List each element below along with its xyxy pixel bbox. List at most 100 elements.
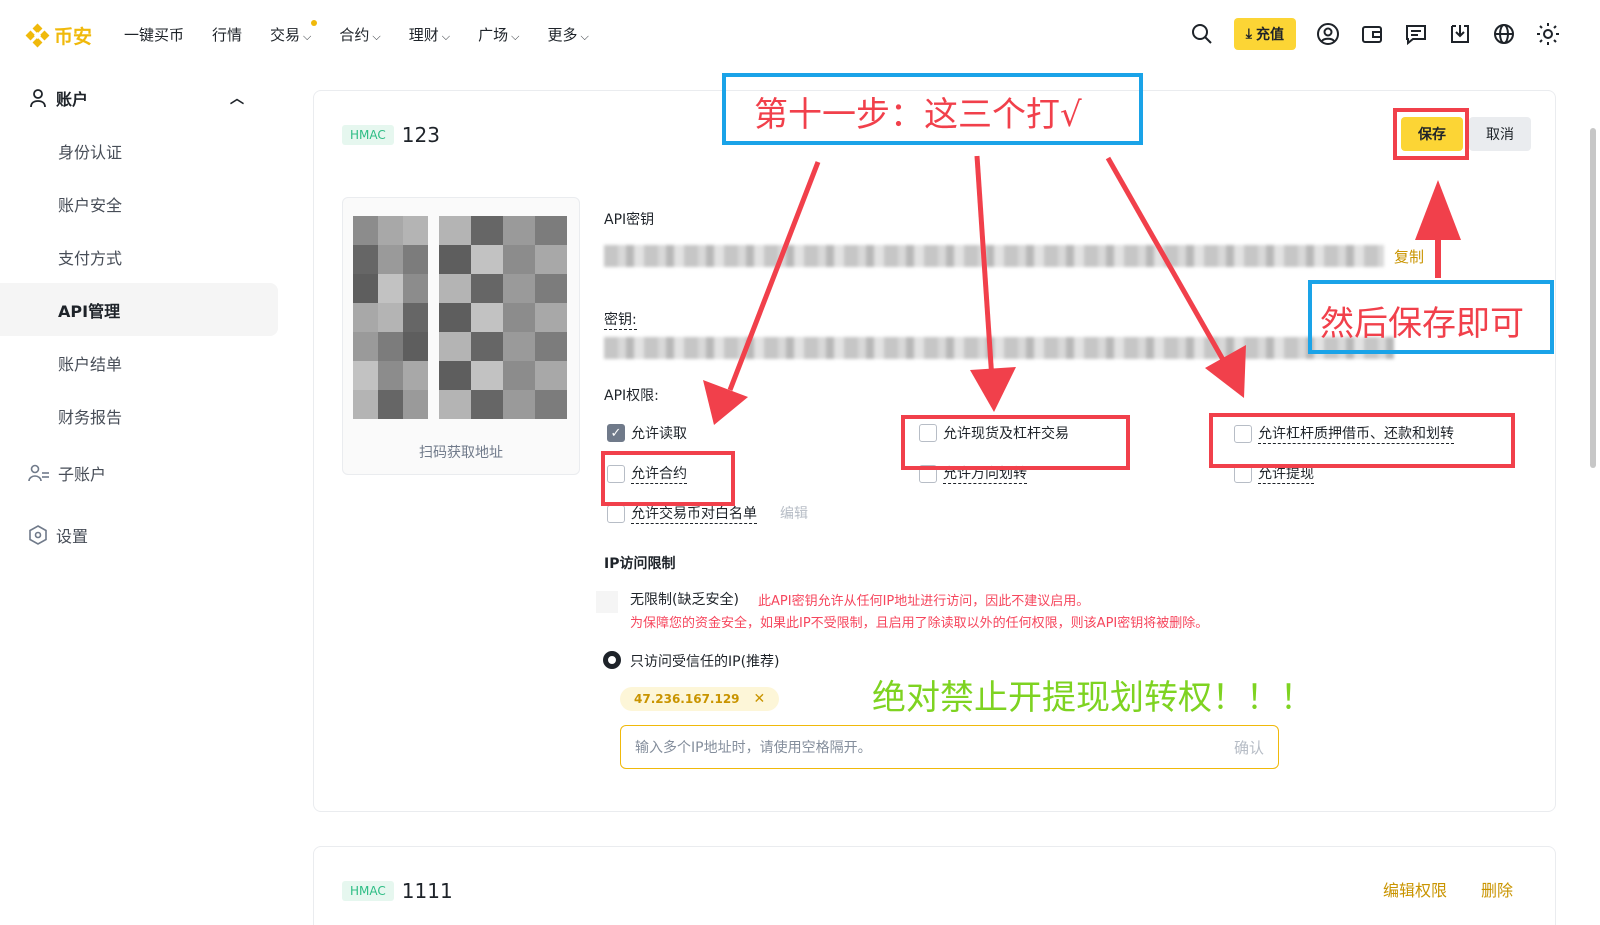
delete-button[interactable]: 删除 <box>1481 877 1513 901</box>
annotation-futures-box <box>601 451 735 506</box>
qr-pixel-block <box>439 245 471 274</box>
qr-pixel-block <box>378 303 403 332</box>
qr-pixel-block <box>471 390 503 419</box>
annotation-then-save-text: 然后保存即可 <box>1320 304 1524 344</box>
trusted-ip-label: 只访问受信任的IP(推荐) <box>630 654 780 670</box>
chevron-down-icon: ⌵ <box>303 30 312 43</box>
message-icon[interactable] <box>1404 22 1428 46</box>
qr-pixel-block <box>471 274 503 303</box>
api-key-title: HMAC 123 <box>342 123 440 147</box>
sidebar-item-statements[interactable]: 账户结单 <box>0 336 280 389</box>
qr-pixel-block <box>439 303 471 332</box>
secret-key-label: 密钥: <box>604 309 637 330</box>
sidebar-item-reports[interactable]: 财务报告 <box>0 389 280 442</box>
nav-menu: 一键买币 行情 交易 ⌵ 合约 ⌵ 理财 ⌵ 广场 ⌵ 更多 ⌵ <box>124 20 617 45</box>
qr-pixel-block <box>353 245 378 274</box>
radio-trusted-ip-selected[interactable] <box>603 651 621 669</box>
chevron-up-icon[interactable]: ︿ <box>230 88 244 108</box>
annotation-warning-text: 绝对禁止开提现划转权！！！ <box>872 678 1314 718</box>
sidebar-item-identity[interactable]: 身份认证 <box>0 124 280 177</box>
nav-item-futures[interactable]: 合约 ⌵ <box>339 24 380 45</box>
chevron-down-icon: ⌵ <box>372 30 381 43</box>
qr-pixel-block <box>471 216 503 245</box>
chevron-down-icon: ⌵ <box>511 30 520 43</box>
qr-pixel-block <box>503 303 535 332</box>
sidebar-item-settings[interactable]: 设置 <box>0 504 280 566</box>
sidebar-item-security[interactable]: 账户安全 <box>0 177 280 230</box>
annotation-save-box <box>1393 108 1469 160</box>
download-icon[interactable] <box>1448 22 1472 46</box>
deposit-button[interactable]: ⤓ 充值 <box>1233 18 1296 50</box>
scrollbar[interactable] <box>1590 128 1596 468</box>
card2-actions: 编辑权限 删除 <box>1383 877 1513 901</box>
binance-logo[interactable]: 币安 <box>25 22 92 49</box>
qr-pixel-block <box>403 361 428 390</box>
annotation-margin-box <box>1209 413 1515 468</box>
qr-pixel-block <box>439 274 471 303</box>
qr-pixel-block <box>403 216 428 245</box>
qr-pixel-block <box>535 332 567 361</box>
nav-item-markets[interactable]: 行情 <box>212 24 242 45</box>
qr-pixel-block <box>535 390 567 419</box>
ip-tag: 47.236.167.129 ✕ <box>620 687 780 711</box>
qr-code-blurred-right <box>439 216 567 419</box>
globe-icon[interactable] <box>1492 22 1516 46</box>
download-arrow-icon: ⤓ <box>1245 26 1252 42</box>
wallet-icon[interactable] <box>1360 22 1384 46</box>
qr-pixel-block <box>471 303 503 332</box>
sidebar-account-label: 账户 <box>56 90 89 109</box>
chevron-down-icon: ⌵ <box>580 30 589 43</box>
api-key-value-blurred <box>604 245 1384 267</box>
ip-input-field[interactable]: 输入多个IP地址时，请使用空格隔开。 确认 <box>620 725 1279 769</box>
theme-icon[interactable] <box>1536 22 1560 46</box>
edit-permissions-button[interactable]: 编辑权限 <box>1383 877 1447 901</box>
qr-pixel-block <box>353 303 378 332</box>
user-icon[interactable] <box>1316 22 1340 46</box>
qr-pixel-block <box>378 332 403 361</box>
copy-button[interactable]: 复制 <box>1394 246 1424 267</box>
qr-pixel-block <box>353 332 378 361</box>
qr-pixel-block <box>439 390 471 419</box>
qr-pixel-block <box>403 390 428 419</box>
qr-pixel-block <box>439 361 471 390</box>
checkbox[interactable] <box>607 504 625 523</box>
qr-pixel-block <box>403 245 428 274</box>
qr-caption: 扫码获取地址 <box>419 445 503 461</box>
sidebar-item-api-management[interactable]: API管理 <box>0 283 278 336</box>
nav-item-buy-crypto[interactable]: 一键买币 <box>124 24 184 45</box>
qr-pixel-block <box>503 361 535 390</box>
ip-input-placeholder: 输入多个IP地址时，请使用空格隔开。 <box>635 740 872 756</box>
nav-item-more[interactable]: 更多 ⌵ <box>547 24 588 45</box>
nav-right-tools: ⤓ 充值 <box>1190 18 1560 50</box>
permission-read[interactable]: ✓ 允许读取 <box>607 423 687 443</box>
sidebar-item-payment[interactable]: 支付方式 <box>0 230 280 283</box>
ip-restriction-label: IP访问限制 <box>604 556 676 572</box>
top-nav: 币安 一键买币 行情 交易 ⌵ 合约 ⌵ 理财 ⌵ 广场 ⌵ 更多 ⌵ ⤓ 充值 <box>0 0 1600 70</box>
checkbox-checked[interactable]: ✓ <box>607 424 625 442</box>
notification-dot <box>311 20 318 26</box>
sub-account-icon <box>28 464 49 482</box>
nav-item-square[interactable]: 广场 ⌵ <box>478 24 519 45</box>
close-icon[interactable]: ✕ <box>754 691 766 707</box>
permission-whitelist[interactable]: 允许交易币对白名单 <box>607 503 757 524</box>
nav-item-earn[interactable]: 理财 ⌵ <box>409 24 450 45</box>
qr-pixel-block <box>471 361 503 390</box>
qr-pixel-block <box>439 216 471 245</box>
qr-pixel-block <box>378 245 403 274</box>
search-icon[interactable] <box>1190 22 1214 46</box>
whitelist-edit-link[interactable]: 编辑 <box>780 503 808 523</box>
qr-pixel-block <box>535 245 567 274</box>
qr-pixel-block <box>378 274 403 303</box>
sidebar-item-sub-account[interactable]: 子账户 <box>0 442 280 504</box>
radio-unrestricted[interactable] <box>596 591 618 613</box>
api-key-label: API密钥 <box>604 212 655 228</box>
qr-pixel-block <box>378 390 403 419</box>
qr-pixel-block <box>403 303 428 332</box>
hmac-badge: HMAC <box>342 881 394 901</box>
settings-icon <box>29 525 47 545</box>
cancel-button[interactable]: 取消 <box>1469 117 1531 151</box>
nav-item-trade[interactable]: 交易 ⌵ <box>270 20 318 45</box>
sidebar-account-header[interactable]: 账户 ︿ <box>0 72 280 124</box>
binance-logo-icon <box>25 23 50 48</box>
ip-confirm-button[interactable]: 确认 <box>1234 737 1264 758</box>
